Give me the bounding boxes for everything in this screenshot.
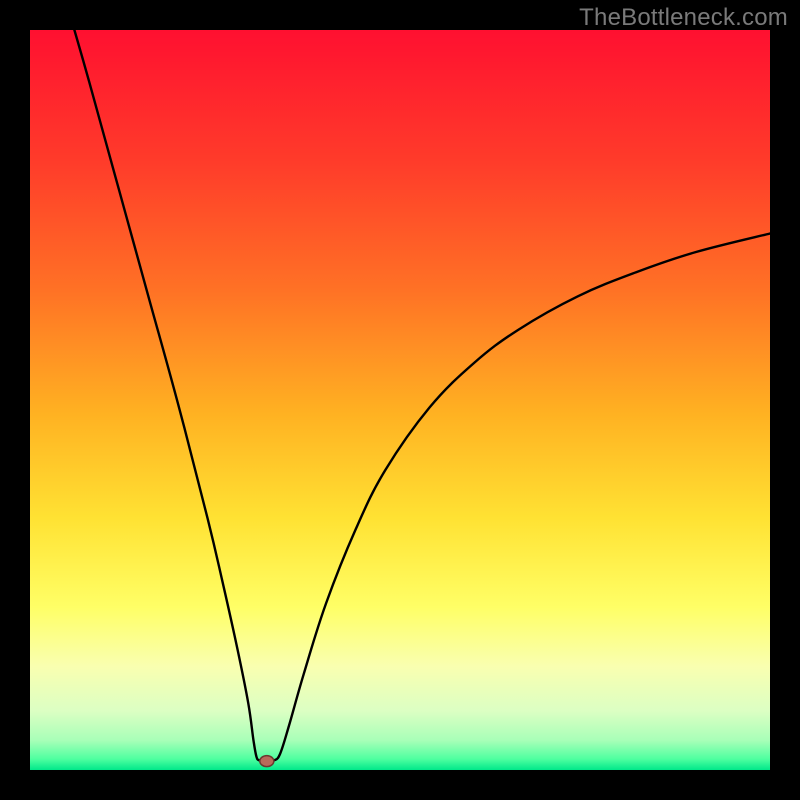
chart-container: TheBottleneck.com (0, 0, 800, 800)
gradient-background (30, 30, 770, 770)
chart-plot (30, 30, 770, 770)
optimal-point-marker (260, 756, 274, 767)
watermark-text: TheBottleneck.com (579, 4, 788, 32)
